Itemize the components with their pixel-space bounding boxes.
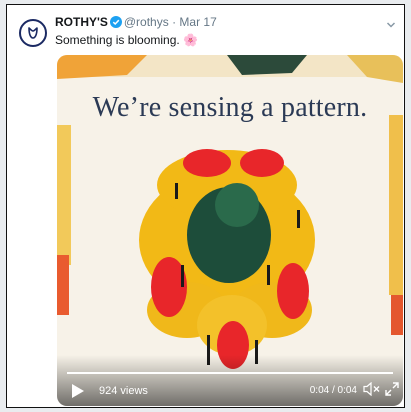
chevron-down-icon[interactable]	[386, 17, 396, 35]
expand-icon[interactable]	[385, 382, 399, 401]
tweet-header: ROTHY'S @rothys · Mar 17 Something is blo…	[55, 15, 386, 48]
progress-bar[interactable]	[67, 372, 393, 374]
rothys-logo-icon	[28, 27, 38, 39]
play-icon[interactable]	[71, 383, 85, 404]
video-time: 0:04 / 0:04	[309, 385, 357, 396]
video-player[interactable]: We’re sensing a pattern. 924 views 0:04 …	[57, 55, 403, 406]
progress-fill	[67, 372, 393, 374]
verified-badge-icon	[109, 16, 122, 32]
separator: ·	[172, 15, 177, 29]
handle[interactable]: @rothys	[124, 15, 169, 29]
video-headline: We’re sensing a pattern.	[92, 92, 368, 123]
tweet-date[interactable]: Mar 17	[179, 15, 216, 29]
tweet-card: ROTHY'S @rothys · Mar 17 Something is blo…	[6, 4, 405, 408]
display-name[interactable]: ROTHY'S	[55, 15, 108, 29]
video-controls: 924 views 0:04 / 0:04	[57, 368, 403, 406]
view-count: 924 views	[99, 385, 148, 397]
avatar[interactable]	[19, 19, 47, 47]
speaker-muted-icon[interactable]	[363, 381, 381, 401]
tweet-text: Something is blooming. 🌸	[55, 33, 199, 47]
